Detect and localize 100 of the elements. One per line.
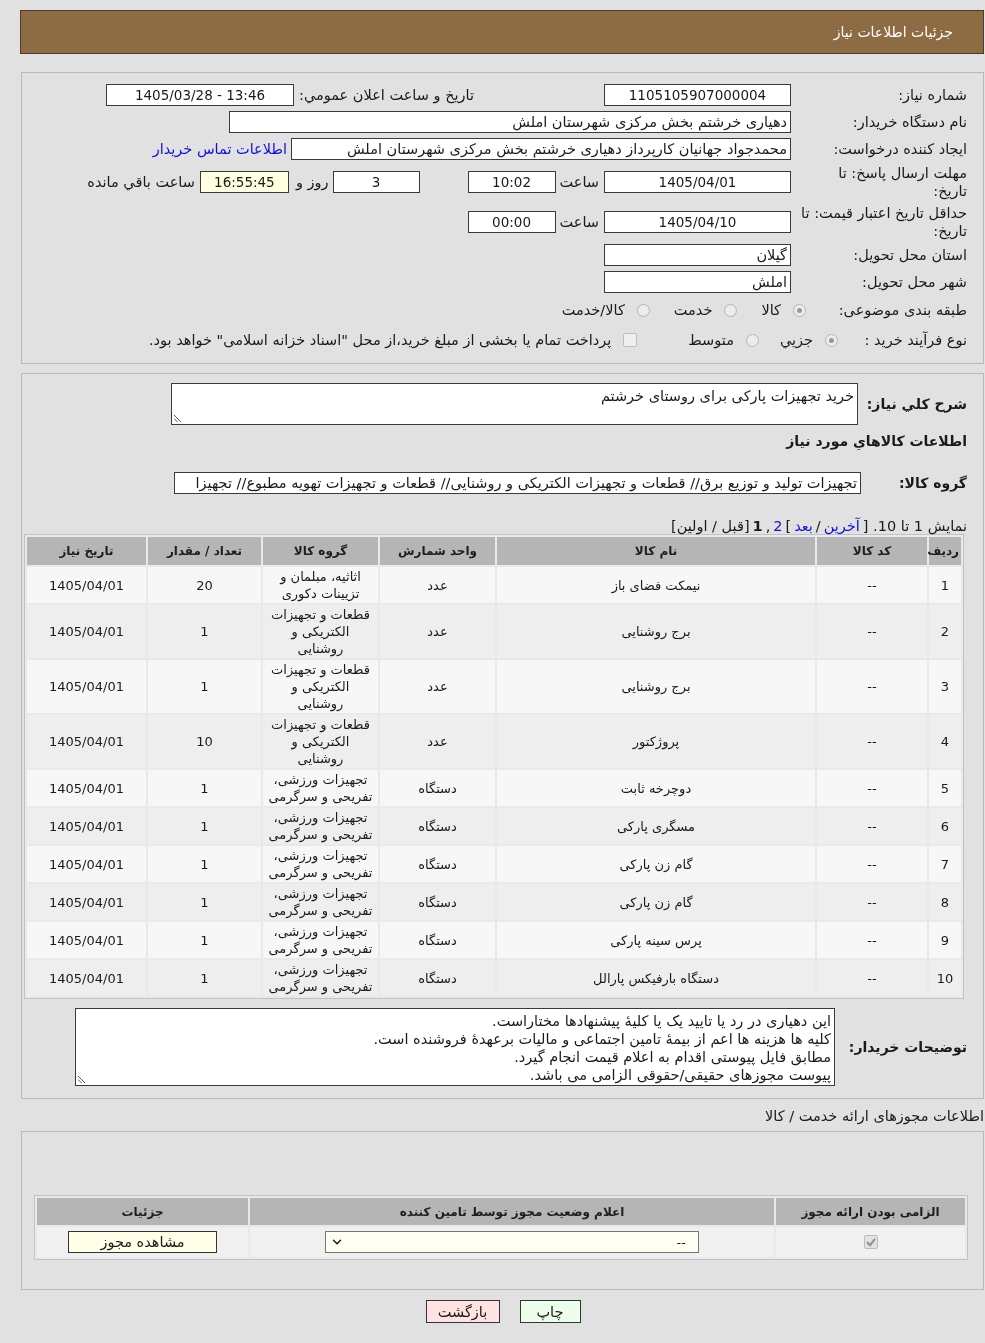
table-cell: دستگاه	[380, 884, 495, 920]
table-cell: 1405/04/01	[27, 960, 146, 996]
radio-button[interactable]	[636, 303, 650, 317]
option-label: جزيي	[779, 332, 813, 348]
table-cell: --	[817, 808, 927, 844]
field-label: شرح کلي نیاز:	[866, 396, 967, 412]
table-cell: 1405/04/01	[27, 605, 146, 658]
print-button[interactable]: چاپ	[519, 1300, 581, 1323]
table-cell: 1405/04/01	[27, 715, 146, 768]
city-field[interactable]: املش	[604, 270, 791, 293]
column-header: الزامی بودن ارائه مجوز	[776, 1198, 965, 1225]
column-header: تاریخ نیاز	[27, 537, 146, 565]
pagination-link[interactable]: بعد	[794, 517, 813, 534]
checkbox[interactable]	[863, 1235, 878, 1249]
table-cell: اثاثیه، مبلمان و تزیینات دکوری	[263, 567, 378, 603]
table-cell: 1	[148, 660, 261, 713]
table-cell: نیمکت فضای باز	[497, 567, 815, 603]
column-header: تعداد / مقدار	[148, 537, 261, 565]
radio-button[interactable]	[724, 303, 738, 317]
time-label: ساعت	[559, 213, 599, 230]
table-cell: 9	[929, 922, 961, 958]
deadline-date-field[interactable]: 1405/04/01	[604, 171, 791, 193]
table-cell: پروژکتور	[497, 715, 815, 768]
table-cell: --	[817, 660, 927, 713]
table-cell: تجهیزات ورزشی، تفریحی و سرگرمی	[263, 884, 378, 920]
table-cell: 10	[148, 715, 261, 768]
table-cell: --	[817, 770, 927, 806]
view-license-button[interactable]: مشاهده مجوز	[68, 1231, 217, 1253]
table-cell: 1405/04/01	[27, 660, 146, 713]
table-cell: 6	[929, 808, 961, 844]
table-cell: تجهیزات ورزشی، تفریحی و سرگرمی	[263, 922, 378, 958]
resize-grip-icon	[78, 1076, 85, 1083]
days-field[interactable]: 3	[332, 171, 420, 193]
radio-button[interactable]	[745, 333, 759, 347]
table-cell: 1405/04/01	[27, 922, 146, 958]
column-header: ردیف	[929, 537, 961, 565]
table-cell: عدد	[380, 605, 495, 658]
table-cell: 1405/04/01	[27, 770, 146, 806]
table-cell: گام زن پارکی	[497, 884, 815, 920]
contact-link[interactable]: اطلاعات تماس خریدار	[152, 140, 287, 157]
announce-date-field[interactable]: 1405/03/28 - 13:46	[106, 83, 294, 106]
need-number-field[interactable]: 1105105907000004	[604, 83, 791, 106]
table-cell: دستگاه	[380, 960, 495, 996]
table-cell: 1405/04/01	[27, 884, 146, 920]
table-cell: قطعات و تجهیزات الکتریکی و روشنایی	[263, 660, 378, 713]
table-cell: برج روشنایی	[497, 605, 815, 658]
table-cell: 1	[148, 960, 261, 996]
table-cell: 10	[929, 960, 961, 996]
validity-date-field[interactable]: 1405/04/10	[604, 210, 791, 233]
table-cell: مسگری پارکی	[497, 808, 815, 844]
option-label: کالا	[761, 302, 781, 318]
table-cell: تجهیزات ورزشی، تفریحی و سرگرمی	[263, 808, 378, 844]
remaining-time-field[interactable]: 16:55:45	[199, 171, 289, 193]
table-cell: دستگاه	[380, 770, 495, 806]
table-cell: 1405/04/01	[27, 808, 146, 844]
checkbox[interactable]	[623, 333, 638, 347]
table-cell: 3	[929, 660, 961, 713]
field-label: توضیحات خریدار:	[848, 1039, 967, 1055]
pagination-text: نمایش 1 تا 10. [	[862, 517, 967, 534]
field-label: گروه کالا:	[898, 475, 967, 491]
summary-field[interactable]: خرید تجهیزات پارکی برای روستای خرشتم	[171, 383, 858, 425]
table-cell: 1	[148, 770, 261, 806]
table-cell: تجهیزات ورزشی، تفریحی و سرگرمی	[263, 846, 378, 882]
radio-button[interactable]	[793, 303, 806, 317]
field-label: طبقه بندی موضوعی:	[838, 302, 967, 318]
table-cell: --	[817, 567, 927, 603]
field-label: شماره نیاز:	[898, 86, 967, 103]
field-label: استان محل تحویل:	[853, 246, 967, 263]
table-cell: --	[817, 884, 927, 920]
table-cell: 1	[148, 846, 261, 882]
section-heading: اطلاعات کالاهاي مورد نیاز	[786, 432, 967, 450]
deadline-time-field[interactable]: 10:02	[467, 171, 556, 193]
pagination-link[interactable]: آخرین	[823, 517, 860, 534]
table-cell: قطعات و تجهیزات الکتریکی و روشنایی	[263, 605, 378, 658]
validity-time-field[interactable]: 00:00	[467, 210, 556, 233]
pagination-link[interactable]: 2	[773, 517, 783, 534]
field-label: حداقل تاریخ اعتبار قیمت: تا تاریخ:	[801, 204, 967, 239]
table-cell: گام زن پارکی	[497, 846, 815, 882]
requester-field[interactable]: محمدجواد جهانیان کارپرداز دهیاری خرشتم بخش مرکزی شهرستان املش	[291, 137, 791, 160]
table-cell: 4	[929, 715, 961, 768]
table-cell: عدد	[380, 660, 495, 713]
goods-group-field[interactable]: تجهیزات تولید و توزیع برق// قطعات و تجهیزات الکتریکی و روشنایی// قطعات و تجهیزات تهویه مطبوع// تجهیزا	[174, 472, 861, 494]
table-cell: 1	[929, 567, 961, 603]
radio-button[interactable]	[825, 333, 838, 347]
column-header: اعلام وضعیت مجوز توسط تامین کننده	[250, 1198, 774, 1225]
column-header: کد کالا	[817, 537, 927, 565]
province-field[interactable]: گیلان	[604, 243, 791, 266]
page-title: جزئیات اطلاعات نیاز	[833, 24, 953, 40]
buyer-notes-field[interactable]: این دهیاری در رد یا تایید یک یا کلیهٔ پیشنهادها مختاراست. کلیه ها هزینه ها اعم از بیمهٔ تامین اجتماعی و مالیات برعهدهٔ فروشنده است. مطابق فایل پیوستی اقدام به اعلام قیمت انجام گیرد. پیوست مجوزهای حقیقی/حقوقی الزامی می باشد.	[75, 1008, 835, 1086]
table-cell: قطعات و تجهیزات الکتریکی و روشنایی	[263, 715, 378, 768]
resize-grip-icon	[174, 415, 181, 422]
status-select[interactable]: --	[325, 1231, 699, 1253]
buyer-org-field[interactable]: دهیاری خرشتم بخش مرکزی شهرستان املش	[229, 110, 791, 133]
option-label: متوسط	[688, 332, 734, 348]
table-cell: --	[817, 605, 927, 658]
column-header: واحد شمارش	[380, 537, 495, 565]
column-header: نام کالا	[497, 537, 815, 565]
back-button[interactable]: بازگشت	[425, 1300, 500, 1323]
table-cell: 5	[929, 770, 961, 806]
table-cell: 1	[148, 884, 261, 920]
